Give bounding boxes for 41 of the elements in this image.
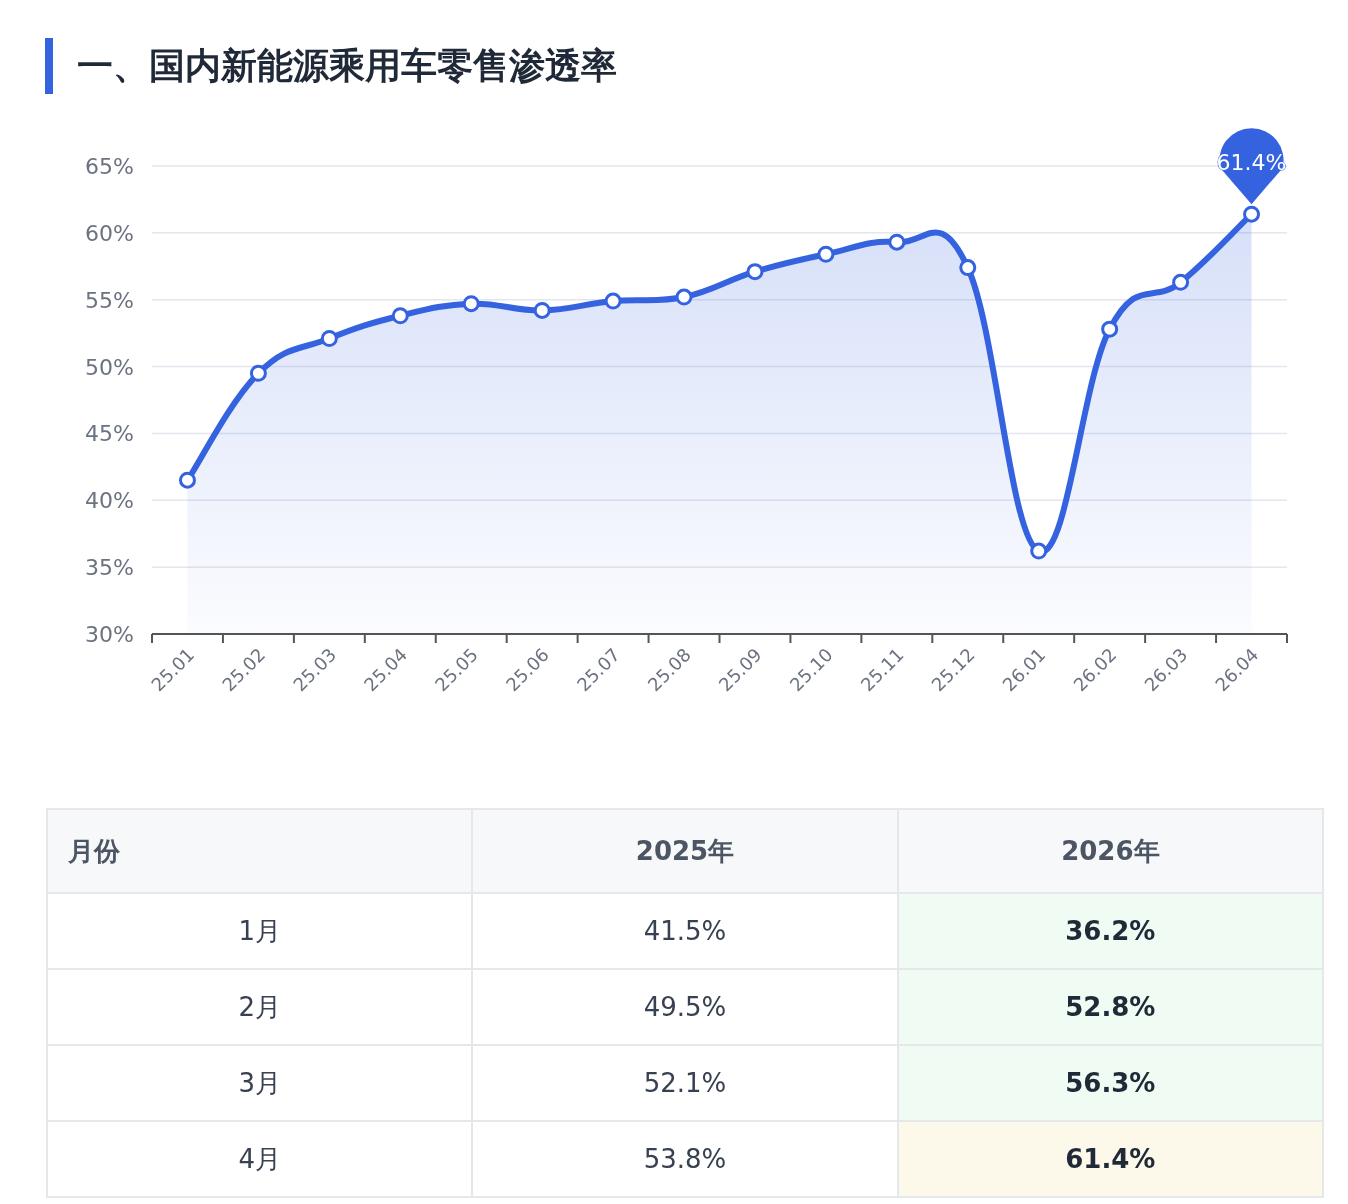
section-title: 一、国内新能源乘用车零售渗透率 [77,44,617,88]
y-axis-label: 40% [85,488,134,514]
data-point [746,263,764,281]
table-cell: 41.5% [472,893,898,969]
table-cell: 49.5% [472,969,898,1045]
table-cell: 56.3% [897,1045,1323,1121]
y-axis-label: 50% [85,354,134,380]
data-point [178,471,196,489]
data-point [462,295,480,313]
data-point [1101,320,1119,338]
data-point [249,364,267,382]
data-point [604,292,622,310]
column-header: 2026年 [897,809,1323,893]
y-axis-label: 45% [85,421,134,447]
data-point [533,301,551,319]
accent-bar [45,38,53,94]
column-header: 2025年 [472,809,898,893]
table-cell: 36.2% [897,893,1323,969]
table-cell: 2月 [47,969,473,1045]
data-point [888,233,906,251]
data-point [675,288,693,306]
y-axis-label: 55% [85,287,134,313]
y-axis-label: 30% [85,622,134,647]
data-point [1243,205,1261,223]
table-cell: 3月 [47,1045,473,1121]
table-cell: 52.1% [472,1045,898,1121]
data-point [320,330,338,347]
data-point [1172,273,1190,291]
table-cell: 53.8% [472,1121,898,1197]
data-point [1030,542,1048,560]
data-point [391,307,409,325]
data-point [959,259,977,277]
y-axis-label: 60% [85,220,134,246]
table-cell: 61.4% [897,1121,1323,1197]
y-axis-label: 65% [85,154,134,179]
table-cell: 1月 [47,893,473,969]
table-cell: 52.8% [897,969,1323,1045]
column-header: 月份 [47,809,473,893]
y-axis-label: 35% [85,555,134,581]
table-cell: 4月 [47,1121,473,1197]
data-point [817,245,835,263]
